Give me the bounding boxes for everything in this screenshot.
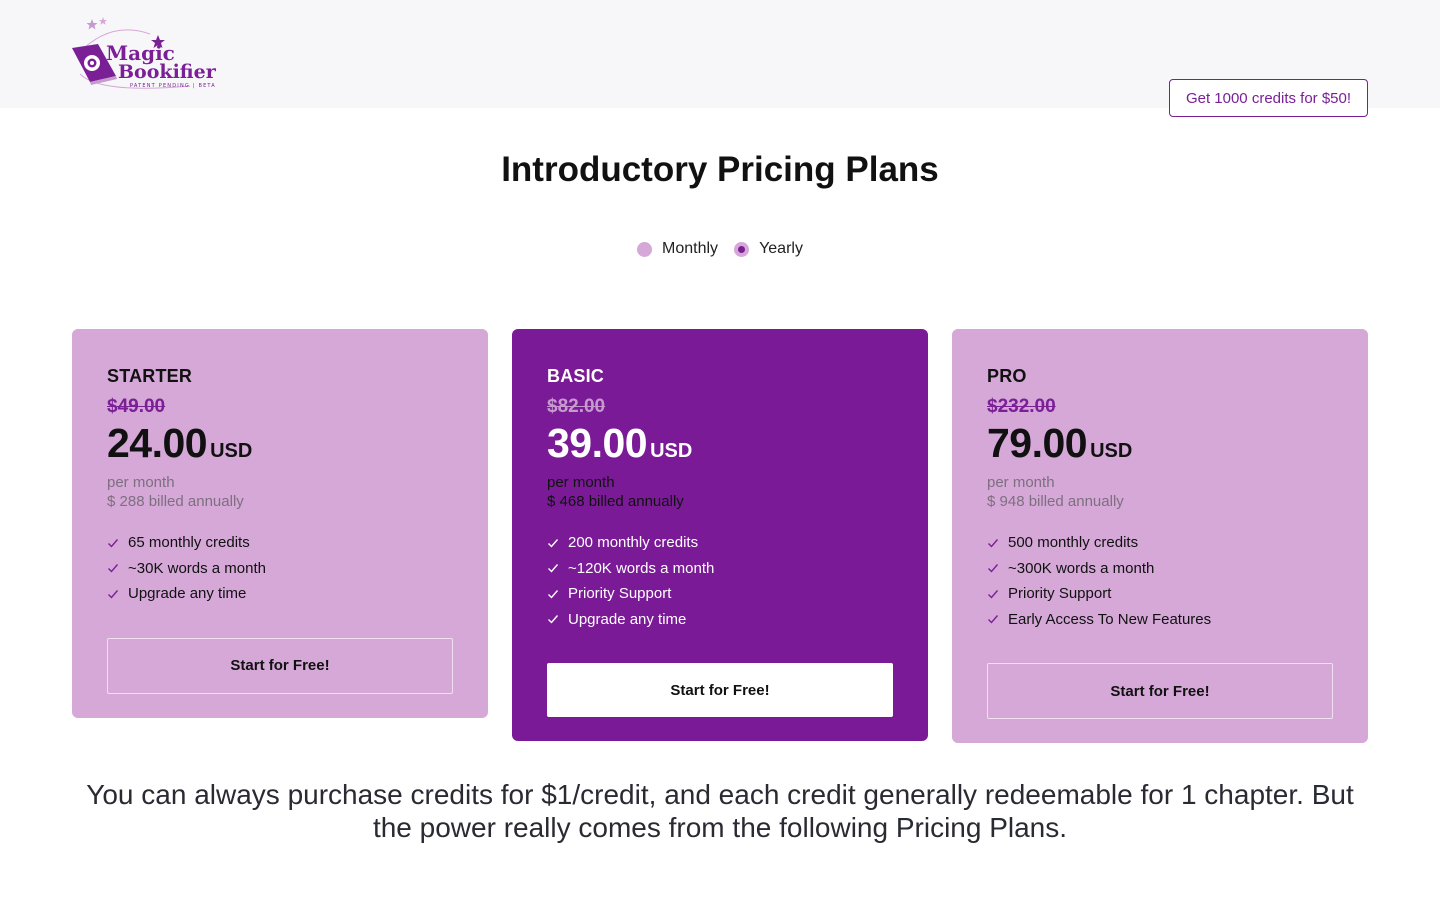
plan-currency: USD bbox=[210, 440, 253, 462]
check-icon bbox=[108, 538, 119, 548]
feature-list: 500 monthly credits ~300K words a month … bbox=[987, 530, 1333, 632]
feature-item: 65 monthly credits bbox=[107, 530, 453, 556]
plan-price: 24.00 bbox=[107, 420, 208, 466]
feature-item: Upgrade any time bbox=[107, 581, 453, 607]
feature-text: ~120K words a month bbox=[568, 559, 715, 577]
radio-monthly[interactable] bbox=[637, 241, 653, 257]
billing-option-label: Yearly bbox=[759, 240, 803, 257]
feature-text: 65 monthly credits bbox=[128, 534, 250, 552]
feature-item: ~300K words a month bbox=[987, 556, 1333, 582]
buy-credits-button[interactable]: Get 1000 credits for $50! bbox=[1169, 79, 1368, 117]
feature-item: Upgrade any time bbox=[547, 607, 893, 633]
plan-price-row: 39.00 USD bbox=[547, 420, 893, 467]
logo-graphic: Magic Bookifier PATENT PENDING | BETA bbox=[72, 17, 217, 89]
plan-period: per month bbox=[107, 474, 175, 491]
plan-card-starter: STARTER $49.00 24.00 USD per month $ 288… bbox=[72, 329, 488, 718]
feature-text: ~30K words a month bbox=[128, 559, 266, 577]
start-free-button-basic[interactable]: Start for Free! bbox=[547, 663, 893, 717]
feature-text: 500 monthly credits bbox=[1008, 534, 1139, 552]
plan-currency: USD bbox=[1090, 440, 1133, 462]
plan-billed: $ 288 billed annually bbox=[107, 493, 244, 510]
billing-option-label: Monthly bbox=[662, 240, 719, 257]
start-free-button-pro[interactable]: Start for Free! bbox=[987, 663, 1333, 719]
feature-text: Priority Support bbox=[1008, 585, 1112, 603]
star-icon bbox=[99, 17, 107, 25]
plan-price: 39.00 bbox=[547, 420, 648, 466]
credits-info-text: You can always purchase credits for $1/c… bbox=[86, 779, 1354, 843]
feature-text: 200 monthly credits bbox=[568, 534, 699, 552]
logo-tagline: PATENT PENDING | BETA bbox=[130, 83, 216, 89]
plan-period: per month bbox=[987, 474, 1055, 491]
logo[interactable]: Magic Bookifier PATENT PENDING | BETA bbox=[70, 16, 230, 92]
feature-item: Priority Support bbox=[547, 581, 893, 607]
plan-price-row: 79.00 USD bbox=[987, 420, 1333, 467]
check-icon bbox=[548, 564, 559, 573]
feature-item: ~30K words a month bbox=[107, 556, 453, 582]
check-icon bbox=[988, 615, 999, 624]
plan-card-basic: BASIC $82.00 39.00 USD per month $ 468 b… bbox=[512, 329, 928, 741]
radio-yearly[interactable] bbox=[734, 241, 750, 257]
feature-text: Priority Support bbox=[568, 585, 672, 603]
check-icon bbox=[548, 615, 559, 624]
billing-option-monthly[interactable]: Monthly bbox=[637, 240, 718, 258]
plan-old-price: $82.00 bbox=[547, 396, 606, 417]
plan-name: STARTER bbox=[107, 366, 193, 386]
feature-text: Upgrade any time bbox=[568, 610, 687, 628]
header: Magic Bookifier PATENT PENDING | BETA Ge… bbox=[0, 0, 1440, 117]
plan-price-row: 24.00 USD bbox=[107, 420, 453, 467]
feature-text: Upgrade any time bbox=[128, 585, 247, 603]
feature-item: Early Access To New Features bbox=[987, 607, 1333, 633]
feature-text: Early Access To New Features bbox=[1008, 610, 1212, 628]
plan-period: per month bbox=[547, 474, 615, 491]
plan-name: PRO bbox=[987, 366, 1027, 386]
billing-toggle: Monthly Yearly bbox=[0, 240, 1440, 258]
check-icon bbox=[548, 538, 559, 548]
start-free-button-starter[interactable]: Start for Free! bbox=[107, 637, 453, 694]
check-icon bbox=[988, 564, 999, 573]
check-icon bbox=[988, 538, 999, 548]
plan-currency: USD bbox=[650, 440, 693, 462]
check-icon bbox=[108, 564, 119, 573]
plan-old-price: $49.00 bbox=[107, 396, 166, 417]
plan-billed: $ 948 billed annually bbox=[987, 493, 1124, 510]
feature-list: 200 monthly credits ~120K words a month … bbox=[547, 530, 893, 632]
feature-list: 65 monthly credits ~30K words a month Up… bbox=[107, 530, 453, 607]
feature-item: 500 monthly credits bbox=[987, 530, 1333, 556]
billing-option-yearly[interactable]: Yearly bbox=[734, 240, 803, 258]
feature-item: ~120K words a month bbox=[547, 556, 893, 582]
check-icon bbox=[988, 589, 999, 599]
plan-card-pro: PRO $232.00 79.00 USD per month $ 948 bi… bbox=[952, 329, 1368, 743]
check-icon bbox=[548, 589, 559, 599]
feature-text: ~300K words a month bbox=[1008, 559, 1155, 577]
logo-text-line2: Bookifier bbox=[118, 61, 217, 83]
plan-old-price: $232.00 bbox=[987, 396, 1056, 417]
page-title: Introductory Pricing Plans bbox=[501, 150, 939, 189]
check-icon bbox=[108, 589, 119, 599]
plan-billed: $ 468 billed annually bbox=[547, 493, 684, 510]
feature-item: 200 monthly credits bbox=[547, 530, 893, 556]
feature-item: Priority Support bbox=[987, 581, 1333, 607]
plan-price: 79.00 bbox=[987, 420, 1088, 466]
star-icon bbox=[86, 19, 98, 30]
plan-name: BASIC bbox=[547, 366, 605, 386]
